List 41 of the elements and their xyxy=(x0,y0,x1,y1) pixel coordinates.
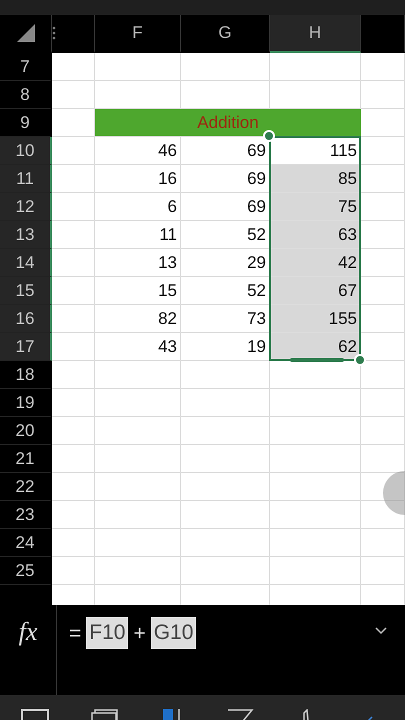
formula-operator: = xyxy=(69,621,82,646)
table-cell: 42 xyxy=(270,249,361,277)
table-cell: 82 xyxy=(95,305,181,333)
select-all-icon[interactable] xyxy=(16,24,34,42)
table-cell: 19 xyxy=(181,333,270,361)
resize-grip-icon[interactable] xyxy=(52,26,56,40)
table-cell: 155 xyxy=(270,305,361,333)
row-header[interactable]: 10 xyxy=(0,137,52,165)
table-cell: 69 xyxy=(181,193,270,221)
cell-reference: G10 xyxy=(150,617,196,649)
column-header[interactable]: H xyxy=(270,15,361,53)
fill-handle-bar[interactable] xyxy=(290,358,344,362)
table-cell: 13 xyxy=(95,249,181,277)
table-cell: 16 xyxy=(95,165,181,193)
table-cell: 52 xyxy=(181,221,270,249)
formula-operator: + xyxy=(133,621,146,646)
table-cell: 29 xyxy=(181,249,270,277)
row-header[interactable]: 17 xyxy=(0,333,52,361)
table-cell: 85 xyxy=(270,165,361,193)
table-title: Addition xyxy=(95,109,361,137)
row-header[interactable]: 12 xyxy=(0,193,52,221)
row-header[interactable]: 16 xyxy=(0,305,52,333)
chevron-down-icon[interactable] xyxy=(375,627,387,635)
table-cell: 115 xyxy=(270,137,361,165)
table-cell: 11 xyxy=(95,221,181,249)
table-cell: 63 xyxy=(270,221,361,249)
table-cell: 69 xyxy=(181,137,270,165)
table-cell: 73 xyxy=(181,305,270,333)
table-cell: 69 xyxy=(181,165,270,193)
table-cell: 43 xyxy=(95,333,181,361)
table-cell: 46 xyxy=(95,137,181,165)
cell-reference: F10 xyxy=(86,617,128,649)
table-cell: 75 xyxy=(270,193,361,221)
table-cell: 6 xyxy=(95,193,181,221)
row-header[interactable]: 13 xyxy=(0,221,52,249)
row-header[interactable]: 15 xyxy=(0,277,52,305)
row-header[interactable]: 14 xyxy=(0,249,52,277)
table-cell: 67 xyxy=(270,277,361,305)
row-header[interactable]: 11 xyxy=(0,165,52,193)
table-cell: 52 xyxy=(181,277,270,305)
table-cell: 15 xyxy=(95,277,181,305)
